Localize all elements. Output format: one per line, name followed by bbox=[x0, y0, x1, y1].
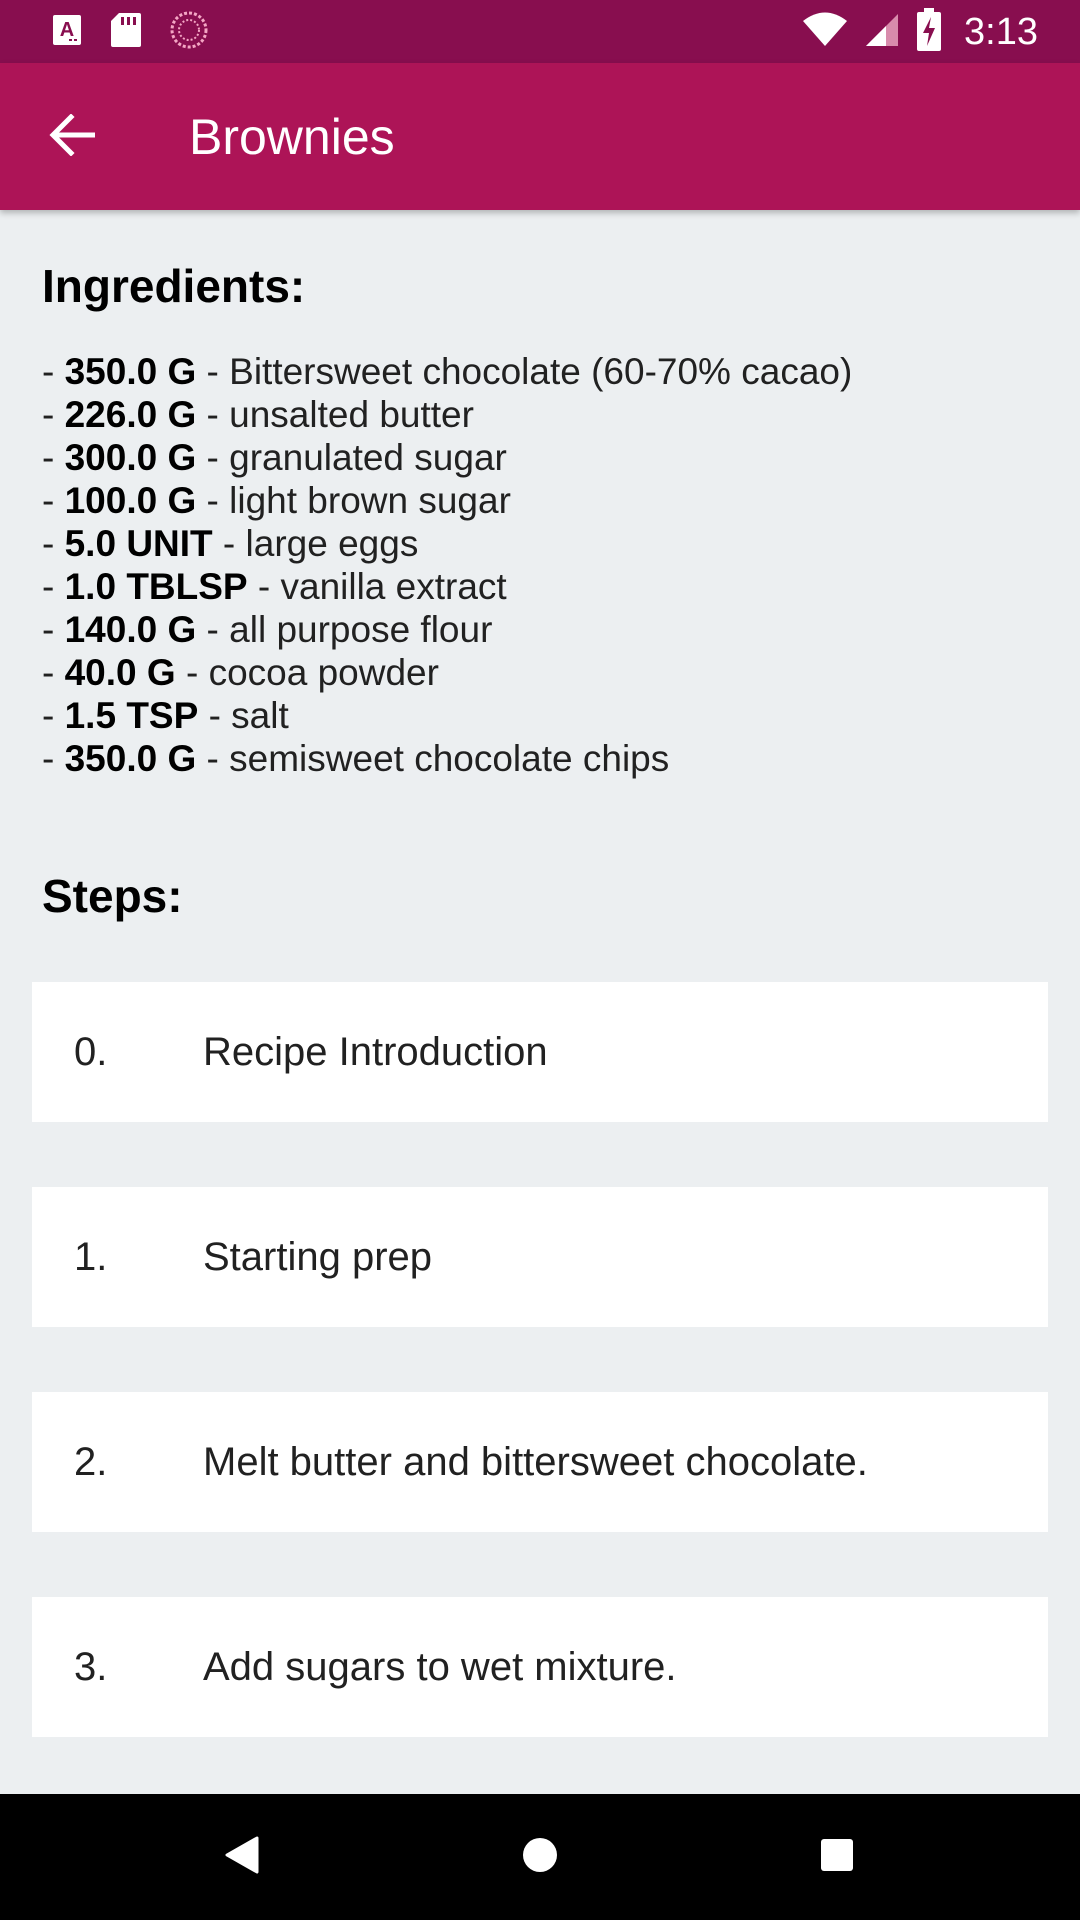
step-number: 1. bbox=[74, 1235, 108, 1279]
ingredient-item: - 100.0 G - light brown sugar bbox=[42, 479, 852, 522]
ingredient-item: - 350.0 G - semisweet chocolate chips bbox=[42, 737, 852, 780]
ingredient-name: - unsalted butter bbox=[196, 394, 474, 435]
ingredient-prefix: - bbox=[42, 652, 65, 693]
back-button[interactable] bbox=[30, 95, 114, 179]
ingredient-quantity: 1.0 TBLSP bbox=[64, 566, 248, 607]
nav-recents-button[interactable] bbox=[797, 1817, 877, 1897]
a-notification-icon: A bbox=[52, 14, 82, 51]
app-bar: Brownies bbox=[0, 63, 1080, 210]
wifi-icon bbox=[802, 12, 848, 53]
ingredient-prefix: - bbox=[42, 437, 65, 478]
ingredients-list: - 350.0 G - Bittersweet chocolate (60-70… bbox=[42, 350, 852, 780]
step-title: Recipe Introduction bbox=[203, 1030, 548, 1074]
recents-square-icon bbox=[820, 1838, 854, 1877]
ingredient-quantity: 5.0 UNIT bbox=[64, 523, 213, 564]
step-number: 2. bbox=[74, 1440, 108, 1484]
ingredients-heading: Ingredients: bbox=[42, 260, 306, 312]
ingredient-prefix: - bbox=[42, 523, 65, 564]
step-number: 3. bbox=[74, 1645, 108, 1689]
step-card-2[interactable]: 2. Melt butter and bittersweet chocolate… bbox=[32, 1392, 1048, 1532]
cell-signal-icon bbox=[864, 12, 900, 53]
sync-icon bbox=[170, 11, 208, 54]
ingredient-name: - vanilla extract bbox=[247, 566, 507, 607]
ingredient-prefix: - bbox=[42, 566, 65, 607]
ingredient-item: - 226.0 G - unsalted butter bbox=[42, 393, 852, 436]
battery-charging-icon bbox=[916, 7, 942, 57]
sd-card-icon bbox=[110, 12, 142, 53]
ingredient-prefix: - bbox=[42, 695, 65, 736]
ingredient-item: - 40.0 G - cocoa powder bbox=[42, 651, 852, 694]
ingredient-prefix: - bbox=[42, 609, 65, 650]
ingredient-prefix: - bbox=[42, 394, 65, 435]
ingredient-quantity: 140.0 G bbox=[64, 609, 197, 650]
notification-icons: A bbox=[52, 11, 208, 54]
ingredient-name: - cocoa powder bbox=[175, 652, 439, 693]
screen: A 3:13 Brownies Ingredients: - 350.0 G -… bbox=[0, 0, 1080, 1920]
ingredient-prefix: - bbox=[42, 480, 65, 521]
step-card-0[interactable]: 0. Recipe Introduction bbox=[32, 982, 1048, 1122]
ingredient-quantity: 100.0 G bbox=[64, 480, 197, 521]
ingredient-name: - large eggs bbox=[212, 523, 419, 564]
back-triangle-icon bbox=[225, 1836, 259, 1879]
ingredient-item: - 1.0 TBLSP - vanilla extract bbox=[42, 565, 852, 608]
ingredient-item: - 300.0 G - granulated sugar bbox=[42, 436, 852, 479]
ingredient-name: - all purpose flour bbox=[196, 609, 493, 650]
step-title: Starting prep bbox=[203, 1235, 433, 1279]
recipe-content: Ingredients: - 350.0 G - Bittersweet cho… bbox=[0, 210, 1080, 1794]
home-circle-icon bbox=[521, 1836, 559, 1879]
ingredient-prefix: - bbox=[42, 351, 65, 392]
step-card-3[interactable]: 3. Add sugars to wet mixture. bbox=[32, 1597, 1048, 1737]
arrow-back-icon bbox=[49, 112, 96, 161]
ingredient-prefix: - bbox=[42, 738, 65, 779]
ingredient-quantity: 300.0 G bbox=[64, 437, 197, 478]
ingredient-quantity: 1.5 TSP bbox=[64, 695, 199, 736]
system-nav-bar bbox=[0, 1794, 1080, 1920]
ingredient-quantity: 350.0 G bbox=[64, 738, 197, 779]
ingredient-name: - semisweet chocolate chips bbox=[196, 738, 670, 779]
ingredient-quantity: 350.0 G bbox=[64, 351, 197, 392]
ingredient-item: - 140.0 G - all purpose flour bbox=[42, 608, 852, 651]
status-time: 3:13 bbox=[964, 10, 1038, 53]
step-title: Melt butter and bittersweet chocolate. bbox=[203, 1440, 868, 1484]
ingredient-name: - salt bbox=[198, 695, 289, 736]
system-icons: 3:13 bbox=[802, 6, 1038, 58]
step-title: Add sugars to wet mixture. bbox=[203, 1645, 677, 1689]
ingredient-name: - granulated sugar bbox=[196, 437, 507, 478]
ingredient-quantity: 226.0 G bbox=[64, 394, 197, 435]
ingredient-item: - 5.0 UNIT - large eggs bbox=[42, 522, 852, 565]
ingredient-item: - 1.5 TSP - salt bbox=[42, 694, 852, 737]
step-number: 0. bbox=[74, 1030, 108, 1074]
ingredient-item: - 350.0 G - Bittersweet chocolate (60-70… bbox=[42, 350, 852, 393]
page-title: Brownies bbox=[189, 109, 395, 165]
svg-text:A: A bbox=[60, 19, 74, 41]
steps-heading: Steps: bbox=[42, 870, 183, 922]
nav-home-button[interactable] bbox=[500, 1817, 580, 1897]
ingredient-name: - light brown sugar bbox=[196, 480, 511, 521]
nav-back-button[interactable] bbox=[202, 1817, 282, 1897]
ingredient-name: - Bittersweet chocolate (60-70% cacao) bbox=[196, 351, 853, 392]
ingredient-quantity: 40.0 G bbox=[64, 652, 176, 693]
step-card-1[interactable]: 1. Starting prep bbox=[32, 1187, 1048, 1327]
status-bar: A 3:13 bbox=[0, 0, 1080, 63]
